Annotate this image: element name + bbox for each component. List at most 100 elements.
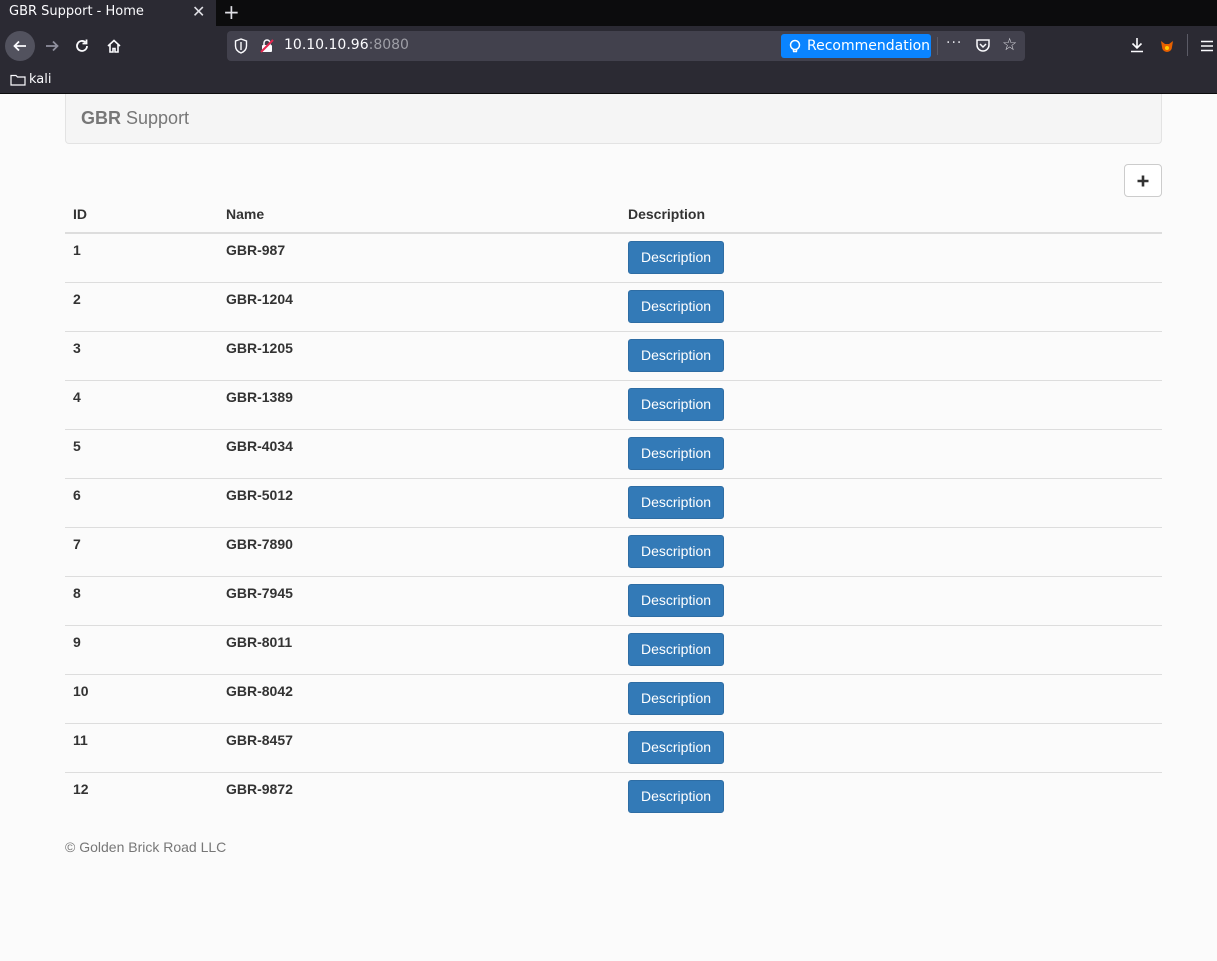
description-button[interactable]: Description — [628, 682, 725, 715]
ticket-name: GBR-987 — [218, 233, 620, 283]
folder-icon — [10, 74, 26, 86]
column-header-name: Name — [218, 196, 620, 234]
tickets-table: ID Name Description 1 GBR-987 Descriptio… — [65, 196, 1162, 822]
ticket-id: 3 — [65, 331, 218, 381]
ticket-id: 9 — [65, 625, 218, 675]
table-row: 7 GBR-7890 Description — [65, 527, 1162, 577]
description-button[interactable]: Description — [628, 241, 725, 274]
table-row: 12 GBR-9872 Description — [65, 773, 1162, 822]
arrow-right-icon — [46, 40, 59, 52]
table-header-row: ID Name Description — [65, 196, 1162, 234]
url-divider — [937, 37, 938, 55]
table-row: 11 GBR-8457 Description — [65, 723, 1162, 773]
new-tab-icon[interactable]: + — [223, 0, 240, 24]
ticket-name: GBR-1205 — [218, 331, 620, 381]
description-cell: Description — [620, 674, 1162, 724]
column-header-description: Description — [620, 196, 1162, 234]
description-button[interactable]: Description — [628, 437, 725, 470]
ticket-id: 5 — [65, 429, 218, 479]
description-button[interactable]: Description — [628, 535, 725, 568]
description-button[interactable]: Description — [628, 633, 725, 666]
brand-bold: GBR — [81, 108, 121, 128]
description-button[interactable]: Description — [628, 780, 725, 813]
plus-icon — [1137, 175, 1149, 186]
brand-link[interactable]: GBR Support — [81, 108, 189, 129]
description-button[interactable]: Description — [628, 388, 725, 421]
description-cell: Description — [620, 527, 1162, 577]
reload-icon — [76, 39, 88, 52]
table-row: 3 GBR-1205 Description — [65, 331, 1162, 381]
bookmarks-toolbar: kali — [0, 66, 1217, 94]
ticket-id: 1 — [65, 233, 218, 283]
brand-rest: Support — [126, 108, 190, 128]
description-cell: Description — [620, 331, 1162, 381]
description-cell: Description — [620, 233, 1162, 283]
table-row: 6 GBR-5012 Description — [65, 478, 1162, 528]
site-navbar: GBR Support — [65, 94, 1162, 144]
close-tab-icon[interactable]: ✕ — [192, 2, 205, 21]
hamburger-menu-icon[interactable] — [1200, 38, 1214, 57]
url-host: 10.10.10.96 — [284, 37, 369, 53]
column-header-id: ID — [65, 196, 218, 234]
description-cell: Description — [620, 429, 1162, 479]
bookmark-folder-label: kali — [29, 72, 52, 87]
ticket-id: 8 — [65, 576, 218, 626]
tab-bar: GBR Support - Home ✕ + — [0, 0, 1217, 26]
ticket-id: 4 — [65, 380, 218, 430]
add-ticket-button[interactable] — [1124, 164, 1162, 197]
ticket-name: GBR-4034 — [218, 429, 620, 479]
bookmark-star-icon[interactable]: ☆ — [1002, 35, 1017, 55]
home-button[interactable] — [102, 33, 126, 59]
description-button[interactable]: Description — [628, 486, 725, 519]
ticket-id: 11 — [65, 723, 218, 773]
description-cell: Description — [620, 478, 1162, 528]
table-row: 8 GBR-7945 Description — [65, 576, 1162, 626]
reload-button[interactable] — [70, 33, 94, 59]
description-button[interactable]: Description — [628, 339, 725, 372]
tracking-shield-icon[interactable] — [234, 38, 248, 58]
tab-title: GBR Support - Home — [9, 4, 144, 19]
page-footer: © Golden Brick Road LLC — [65, 839, 227, 855]
description-cell: Description — [620, 576, 1162, 626]
description-cell: Description — [620, 282, 1162, 332]
description-cell: Description — [620, 723, 1162, 773]
ticket-name: GBR-8042 — [218, 674, 620, 724]
ticket-name: GBR-7890 — [218, 527, 620, 577]
pocket-icon[interactable] — [975, 38, 991, 57]
ticket-id: 7 — [65, 527, 218, 577]
toolbar-divider — [1187, 34, 1188, 56]
description-button[interactable]: Description — [628, 731, 725, 764]
forward-button[interactable] — [40, 33, 64, 59]
table-row: 2 GBR-1204 Description — [65, 282, 1162, 332]
ticket-id: 12 — [73, 781, 89, 797]
browser-tab[interactable]: GBR Support - Home ✕ — [0, 0, 216, 26]
ticket-name: GBR-7945 — [218, 576, 620, 626]
table-row: 4 GBR-1389 Description — [65, 380, 1162, 430]
ticket-name: GBR-9872 — [226, 781, 293, 797]
description-button[interactable]: Description — [628, 290, 725, 323]
table-row: 5 GBR-4034 Description — [65, 429, 1162, 479]
table-row: 9 GBR-8011 Description — [65, 625, 1162, 675]
ticket-id: 10 — [65, 674, 218, 724]
arrow-left-icon — [13, 40, 26, 52]
description-cell: Description — [620, 380, 1162, 430]
url-port: :8080 — [368, 37, 409, 53]
ticket-name: GBR-8457 — [218, 723, 620, 773]
ticket-id: 6 — [65, 478, 218, 528]
recommendation-button[interactable]: Recommendation — [781, 34, 931, 58]
download-icon[interactable] — [1129, 36, 1145, 58]
description-cell: Description — [620, 625, 1162, 675]
lightbulb-icon — [789, 39, 801, 52]
ticket-name: GBR-5012 — [218, 478, 620, 528]
description-button[interactable]: Description — [628, 584, 725, 617]
ticket-id: 2 — [65, 282, 218, 332]
insecure-lock-icon[interactable] — [259, 38, 275, 58]
page-actions-icon[interactable]: ··· — [946, 35, 962, 51]
ticket-name: GBR-1204 — [218, 282, 620, 332]
url-text[interactable]: 10.10.10.96:8080 — [284, 37, 409, 53]
extension-fox-icon[interactable] — [1159, 38, 1175, 58]
address-bar[interactable]: 10.10.10.96:8080 Recommendation ··· ☆ — [227, 31, 1025, 61]
bookmark-folder-kali[interactable]: kali — [10, 72, 52, 87]
table-row: 1 GBR-987 Description — [65, 233, 1162, 283]
back-button[interactable] — [5, 31, 35, 61]
